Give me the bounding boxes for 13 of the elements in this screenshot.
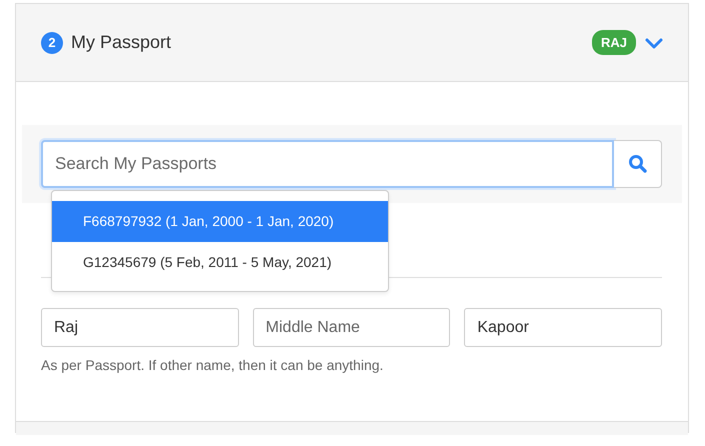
- section-title: My Passport: [71, 31, 172, 54]
- step-number: 2: [41, 32, 63, 54]
- name-field[interactable]: Middle Name: [252, 308, 450, 347]
- suggestion-item[interactable]: G12345679 (5 Feb, 2011 - 5 May, 2021): [52, 242, 388, 283]
- name-tag: RAJ: [592, 30, 636, 56]
- chevron-icon[interactable]: [644, 36, 664, 50]
- search-button[interactable]: [614, 140, 662, 188]
- search-icon: [628, 154, 648, 174]
- search-field[interactable]: Search My Passports: [41, 140, 614, 188]
- suggestion-item[interactable]: F668797932 (1 Jan, 2000 - 1 Jan, 2020): [52, 201, 388, 242]
- name-field[interactable]: Raj: [41, 308, 239, 347]
- help-text: As per Passport. If other name, then it can be anything.: [40, 356, 384, 375]
- name-field[interactable]: Kapoor: [464, 308, 662, 347]
